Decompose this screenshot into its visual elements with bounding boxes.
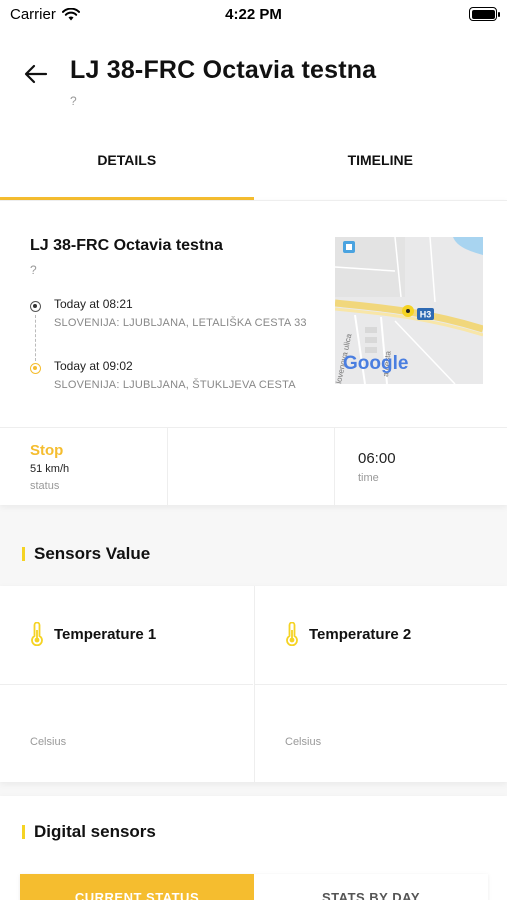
- time-value: 06:00: [358, 450, 396, 467]
- sensor-name: Temperature 2: [309, 625, 412, 643]
- end-point-icon: [30, 363, 41, 374]
- status-left: Carrier: [10, 6, 80, 23]
- status-bar: Carrier 4:22 PM: [0, 0, 507, 28]
- time-label: time: [358, 472, 379, 484]
- wifi-icon: [61, 7, 80, 20]
- trip-end-time: Today at 09:02: [54, 359, 133, 373]
- sensors-card: Temperature 1 Celsius Temperature 2 Cels…: [0, 586, 507, 782]
- sensor-unit: Celsius: [30, 736, 67, 748]
- map-thumbnail[interactable]: H3 lovenova ulica a cesta Google: [335, 237, 483, 384]
- vehicle-subtitle: ?: [30, 263, 37, 277]
- thermometer-icon: [31, 622, 43, 646]
- page-subtitle: ?: [70, 94, 77, 108]
- trip-route: Today at 08:21 SLOVENIJA: LJUBLJANA, LET…: [30, 297, 310, 421]
- time-cell: 06:00 time: [335, 428, 507, 507]
- trip-start-time: Today at 08:21: [54, 297, 133, 311]
- vehicle-detail-card: LJ 38-FRC Octavia testna ? Today at 08:2…: [0, 200, 507, 507]
- trip-end: Today at 09:02 SLOVENIJA: LJUBLJANA, ŠTU…: [30, 359, 310, 421]
- map-road-label: H3: [420, 310, 432, 320]
- sensor-header: Temperature 2: [285, 622, 411, 646]
- map-graphic: H3 lovenova ulica a cesta Google: [335, 237, 483, 384]
- status-cell: Stop 51 km/h status: [0, 428, 168, 507]
- stats-row: Stop 51 km/h status 06:00 time: [0, 427, 507, 507]
- sensor-divider: [0, 684, 253, 685]
- tab-stats-by-day[interactable]: STATS BY DAY: [254, 874, 488, 900]
- carrier-label: Carrier: [10, 5, 56, 23]
- page-title: LJ 38-FRC Octavia testna: [70, 56, 377, 84]
- sensor-temperature-2: Temperature 2 Celsius: [254, 586, 507, 782]
- status-label: status: [30, 480, 60, 492]
- digital-sensors-card: Digital sensors CURRENT STATUS STATS BY …: [0, 796, 507, 900]
- tab-current-status[interactable]: CURRENT STATUS: [20, 874, 254, 900]
- sensor-name: Temperature 1: [54, 625, 157, 643]
- tab-timeline[interactable]: TIMELINE: [254, 140, 507, 200]
- arrow-left-icon: [24, 64, 48, 84]
- header: LJ 38-FRC Octavia testna ? DETAILS TIMEL…: [0, 28, 507, 200]
- empty-stat-cell: [168, 428, 335, 507]
- digital-section-title: Digital sensors: [22, 822, 156, 842]
- tab-details[interactable]: DETAILS: [0, 140, 254, 200]
- trip-start-address: SLOVENIJA: LJUBLJANA, LETALIŠKA CESTA 33: [54, 317, 307, 329]
- google-logo: Google: [343, 353, 408, 374]
- sensors-section-title: Sensors Value: [22, 544, 150, 564]
- battery-icon: [469, 7, 500, 21]
- sensor-temperature-1: Temperature 1 Celsius: [0, 586, 253, 782]
- status-value: Stop: [30, 442, 64, 459]
- speed-value: 51 km/h: [30, 463, 70, 475]
- sensor-divider: [255, 684, 507, 685]
- vehicle-name: LJ 38-FRC Octavia testna: [30, 237, 223, 254]
- trip-end-address: SLOVENIJA: LJUBLJANA, ŠTUKLJEVA CESTA: [54, 379, 296, 391]
- route-line: [35, 315, 36, 361]
- back-button[interactable]: [22, 60, 50, 88]
- trip-start: Today at 08:21 SLOVENIJA: LJUBLJANA, LET…: [30, 297, 310, 361]
- digital-tab-bar: CURRENT STATUS STATS BY DAY: [20, 874, 488, 900]
- thermometer-icon: [286, 622, 298, 646]
- sensor-header: Temperature 1: [30, 622, 156, 646]
- sensor-unit: Celsius: [285, 736, 322, 748]
- tab-bar: DETAILS TIMELINE: [0, 140, 507, 200]
- start-point-icon: [30, 301, 41, 312]
